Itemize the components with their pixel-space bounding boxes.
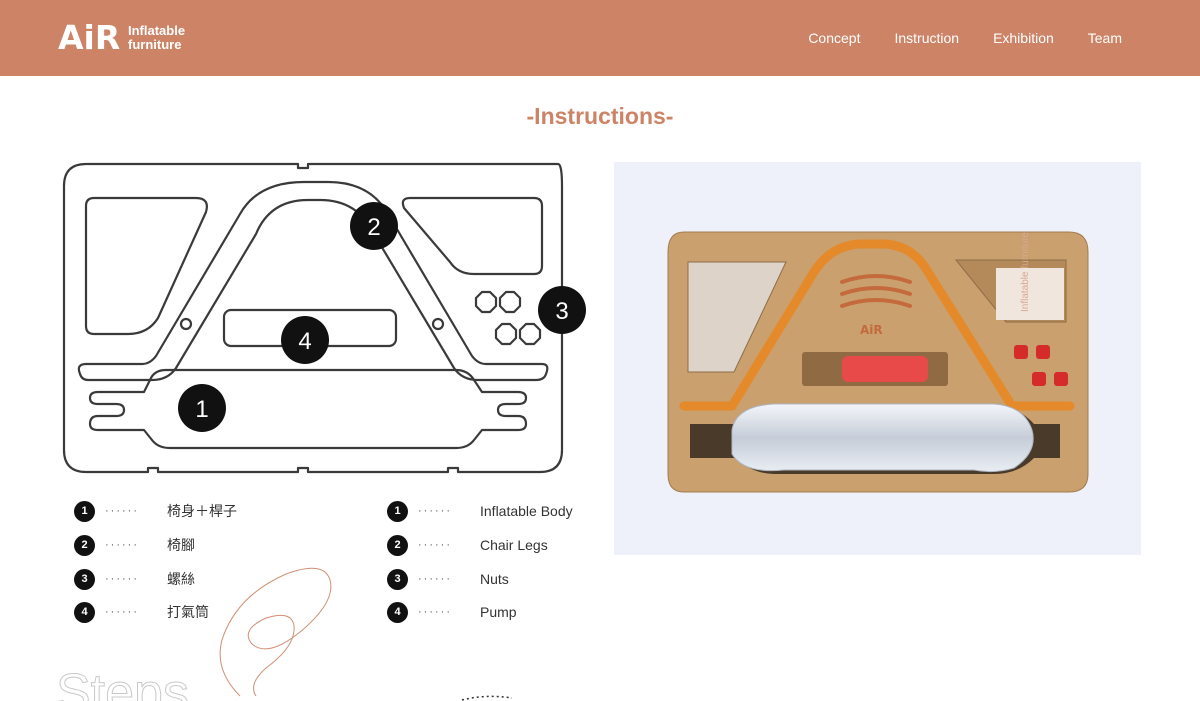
nav-exhibition[interactable]: Exhibition xyxy=(993,29,1054,47)
parts-diagram: 2 3 4 1 xyxy=(62,162,586,474)
legend-row: 2 ······ Chair Legs xyxy=(387,534,548,556)
nav-team[interactable]: Team xyxy=(1088,29,1122,47)
box-logo-mark: AiR xyxy=(860,323,883,337)
nut xyxy=(1036,345,1050,359)
info-card-text: Inflatable furniture xyxy=(1020,232,1031,312)
site-header: AiR Inflatable furniture Concept Instruc… xyxy=(0,0,1200,76)
marker-1: 1 xyxy=(195,396,208,423)
nut xyxy=(1014,345,1028,359)
legend-number: 2 xyxy=(74,534,95,556)
nut-slot xyxy=(494,322,518,346)
swirl-decoration xyxy=(219,567,332,697)
legend-dots: ······ xyxy=(105,505,139,517)
kit-box-illustration: Inflatable furniture AiR xyxy=(667,231,1089,493)
main-nav: Concept Instruction Exhibition Team xyxy=(808,29,1122,47)
pad-left xyxy=(84,196,208,336)
steps-decoration: Steps xyxy=(56,567,513,701)
pad-right xyxy=(401,196,544,276)
legend-number: 2 xyxy=(387,534,408,556)
logo-text: Inflatable furniture xyxy=(128,23,186,52)
legend-row: 2 ······ 椅腳 xyxy=(74,534,195,556)
nav-concept[interactable]: Concept xyxy=(808,29,860,47)
nut xyxy=(1032,372,1046,386)
nut-slot xyxy=(498,290,522,314)
legend-row: 1 ······ 椅身＋桿子 xyxy=(74,500,237,522)
legend-dots: ······ xyxy=(418,505,452,517)
page-title: -Instructions- xyxy=(526,103,674,129)
steps-heading: Steps xyxy=(56,664,189,701)
legend-number: 1 xyxy=(387,500,408,522)
nav-instruction[interactable]: Instruction xyxy=(894,29,959,47)
legend-label: 椅身＋桿子 xyxy=(167,503,237,519)
legend-label: 椅腳 xyxy=(167,537,195,553)
pump xyxy=(842,356,928,382)
legend-label: Inflatable Body xyxy=(480,503,573,519)
legend-row: 1 ······ Inflatable Body xyxy=(387,500,573,522)
inflatable-bag xyxy=(731,403,1034,473)
nut xyxy=(1054,372,1068,386)
marker-2: 2 xyxy=(367,214,380,241)
legend-dots: ······ xyxy=(105,539,139,551)
dotted-arc xyxy=(461,695,513,701)
legend-number: 1 xyxy=(74,500,95,522)
product-photo: Inflatable furniture AiR xyxy=(614,162,1141,555)
marker-3: 3 xyxy=(555,298,568,325)
body-slot xyxy=(88,368,528,450)
nut-slot xyxy=(518,322,542,346)
legend-label: Chair Legs xyxy=(480,537,548,553)
marker-4: 4 xyxy=(298,328,311,355)
legend-dots: ······ xyxy=(418,539,452,551)
nut-slot xyxy=(474,290,498,314)
logo-mark: AiR xyxy=(58,18,121,57)
